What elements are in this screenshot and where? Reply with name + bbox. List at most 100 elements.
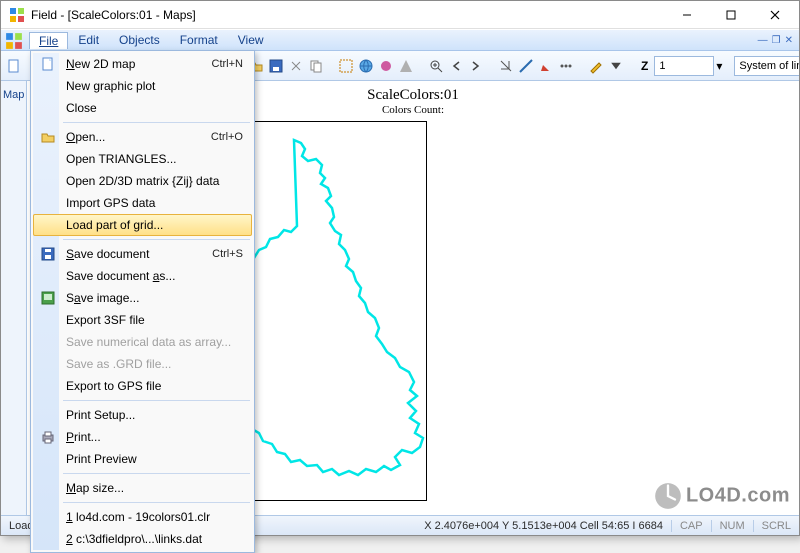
menu-item-label: Open 2D/3D matrix {Zij} data	[66, 174, 219, 188]
status-caps: CAP	[671, 520, 711, 532]
menu-item-map-size[interactable]: Map size...	[33, 477, 252, 499]
toolbar-copy-icon[interactable]	[307, 54, 325, 78]
menu-file[interactable]: File	[29, 32, 68, 49]
menu-item-label: Save image...	[66, 291, 139, 305]
menu-item-label: Save as .GRD file...	[66, 357, 171, 371]
menu-item-label: Export to GPS file	[66, 379, 161, 393]
zoom-next-icon[interactable]	[467, 54, 485, 78]
menu-item-label: Print Preview	[66, 452, 137, 466]
sidebar-tab-map[interactable]: Map	[1, 87, 26, 103]
menu-item-save-image[interactable]: Save image...	[33, 287, 252, 309]
mdi-restore-icon[interactable]: ❐	[772, 35, 781, 46]
menu-item-load-part-of-grid[interactable]: Load part of grid...	[33, 214, 252, 236]
menu-item-label: Close	[66, 101, 97, 115]
menu-separator	[63, 122, 250, 123]
menu-item-label: Print...	[66, 430, 101, 444]
menu-item-open[interactable]: Open... Ctrl+O	[33, 126, 252, 148]
menu-item-save-as-grd-file: Save as .GRD file...	[33, 353, 252, 375]
menu-item-shortcut: Ctrl+N	[212, 58, 243, 70]
z-value-input[interactable]	[654, 56, 714, 76]
toolbar-more-icon[interactable]	[557, 54, 575, 78]
annotate-tool-icon[interactable]	[537, 54, 555, 78]
crop-tool-icon[interactable]	[497, 54, 515, 78]
menu-item-export-to-gps-file[interactable]: Export to GPS file	[33, 375, 252, 397]
saveimg-icon	[40, 290, 56, 306]
minimize-button[interactable]	[665, 1, 709, 29]
menu-item-label: Save numerical data as array...	[66, 335, 231, 349]
status-num: NUM	[711, 520, 753, 532]
menu-item-open-2d-3d-matrix-zij-data[interactable]: Open 2D/3D matrix {Zij} data	[33, 170, 252, 192]
menu-item-save-document[interactable]: Save document Ctrl+S	[33, 243, 252, 265]
maximize-button[interactable]	[709, 1, 753, 29]
z-spinner-icon[interactable]: ▾	[716, 59, 722, 73]
toolbar-extra2-icon[interactable]	[397, 54, 415, 78]
menu-view[interactable]: View	[228, 31, 274, 49]
app-icon	[9, 7, 25, 23]
globe-3d-icon[interactable]	[357, 54, 375, 78]
menu-item-export-3sf-file[interactable]: Export 3SF file	[33, 309, 252, 331]
toolbar-save-icon[interactable]	[267, 54, 285, 78]
menu-separator	[63, 239, 250, 240]
menu-item-shortcut: Ctrl+O	[211, 131, 243, 143]
menu-edit[interactable]: Edit	[68, 31, 109, 49]
status-scrl: SCRL	[753, 520, 799, 532]
pencil-tool-icon[interactable]	[587, 54, 605, 78]
menu-item-2-c-3dfieldpro-links-dat[interactable]: 2 c:\3dfieldpro\...\links.dat	[33, 528, 252, 550]
menu-item-label: New 2D map	[66, 57, 135, 71]
menu-item-label: Save document as...	[66, 269, 175, 283]
toolbar-extra1-icon[interactable]	[377, 54, 395, 78]
select-tool-icon[interactable]	[337, 54, 355, 78]
mdi-minimize-icon[interactable]: —	[758, 35, 768, 46]
menu-item-label: Load part of grid...	[66, 218, 163, 232]
menu-item-label: Map size...	[66, 481, 124, 495]
menu-item-save-document-as[interactable]: Save document as...	[33, 265, 252, 287]
menu-separator	[63, 473, 250, 474]
z-label: Z	[637, 59, 652, 73]
menu-item-label: 2 c:\3dfieldpro\...\links.dat	[66, 532, 202, 546]
menu-item-new-graphic-plot[interactable]: New graphic plot	[33, 75, 252, 97]
zoom-in-icon[interactable]	[427, 54, 445, 78]
menu-item-print-preview[interactable]: Print Preview	[33, 448, 252, 470]
menu-item-shortcut: Ctrl+S	[212, 248, 243, 260]
new-icon	[40, 56, 56, 72]
measure-tool-icon[interactable]	[517, 54, 535, 78]
system-select[interactable]: System of linear equatio	[734, 56, 799, 76]
menu-item-label: 1 lo4d.com - 19colors01.clr	[66, 510, 210, 524]
menu-item-label: Import GPS data	[66, 196, 155, 210]
menu-item-label: Open...	[66, 130, 105, 144]
menu-item-label: Open TRIANGLES...	[66, 152, 177, 166]
file-menu-dropdown: New 2D map Ctrl+N New graphic plot Close Ope…	[30, 50, 255, 553]
new-doc-icon[interactable]	[5, 54, 23, 78]
dropdown-arrow-icon[interactable]	[607, 54, 625, 78]
menu-item-print-setup[interactable]: Print Setup...	[33, 404, 252, 426]
close-button[interactable]	[753, 1, 797, 29]
menu-item-save-numerical-data-as-array: Save numerical data as array...	[33, 331, 252, 353]
menu-separator	[63, 400, 250, 401]
menu-format[interactable]: Format	[170, 31, 228, 49]
menu-bar: File Edit Objects Format View — ❐ ✕	[1, 29, 799, 51]
menu-item-label: New graphic plot	[66, 79, 155, 93]
mdi-close-icon[interactable]: ✕	[785, 35, 793, 46]
menu-item-new-2d-map[interactable]: New 2D map Ctrl+N	[33, 53, 252, 75]
watermark: LO4D.com	[654, 482, 790, 510]
print-icon	[40, 429, 56, 445]
menu-item-close[interactable]: Close	[33, 97, 252, 119]
zoom-prev-icon[interactable]	[447, 54, 465, 78]
window-title: Field - [ScaleColors:01 - Maps]	[31, 8, 665, 22]
menu-item-label: Print Setup...	[66, 408, 135, 422]
menu-item-import-gps-data[interactable]: Import GPS data	[33, 192, 252, 214]
sidebar: Map	[1, 81, 27, 515]
menu-item-print[interactable]: Print...	[33, 426, 252, 448]
title-bar: Field - [ScaleColors:01 - Maps]	[1, 1, 799, 29]
mdi-controls: — ❐ ✕	[758, 35, 799, 46]
menu-objects[interactable]: Objects	[109, 31, 170, 49]
save-icon	[40, 246, 56, 262]
toolbar-cut-icon[interactable]	[287, 54, 305, 78]
menu-item-1-lo4d-com-19colors01-clr[interactable]: 1 lo4d.com - 19colors01.clr	[33, 506, 252, 528]
menu-separator	[63, 502, 250, 503]
menu-item-label: Export 3SF file	[66, 313, 145, 327]
menu-item-label: Save document	[66, 247, 149, 261]
open-icon	[40, 129, 56, 145]
menu-item-open-triangles[interactable]: Open TRIANGLES...	[33, 148, 252, 170]
document-icon	[5, 32, 23, 50]
